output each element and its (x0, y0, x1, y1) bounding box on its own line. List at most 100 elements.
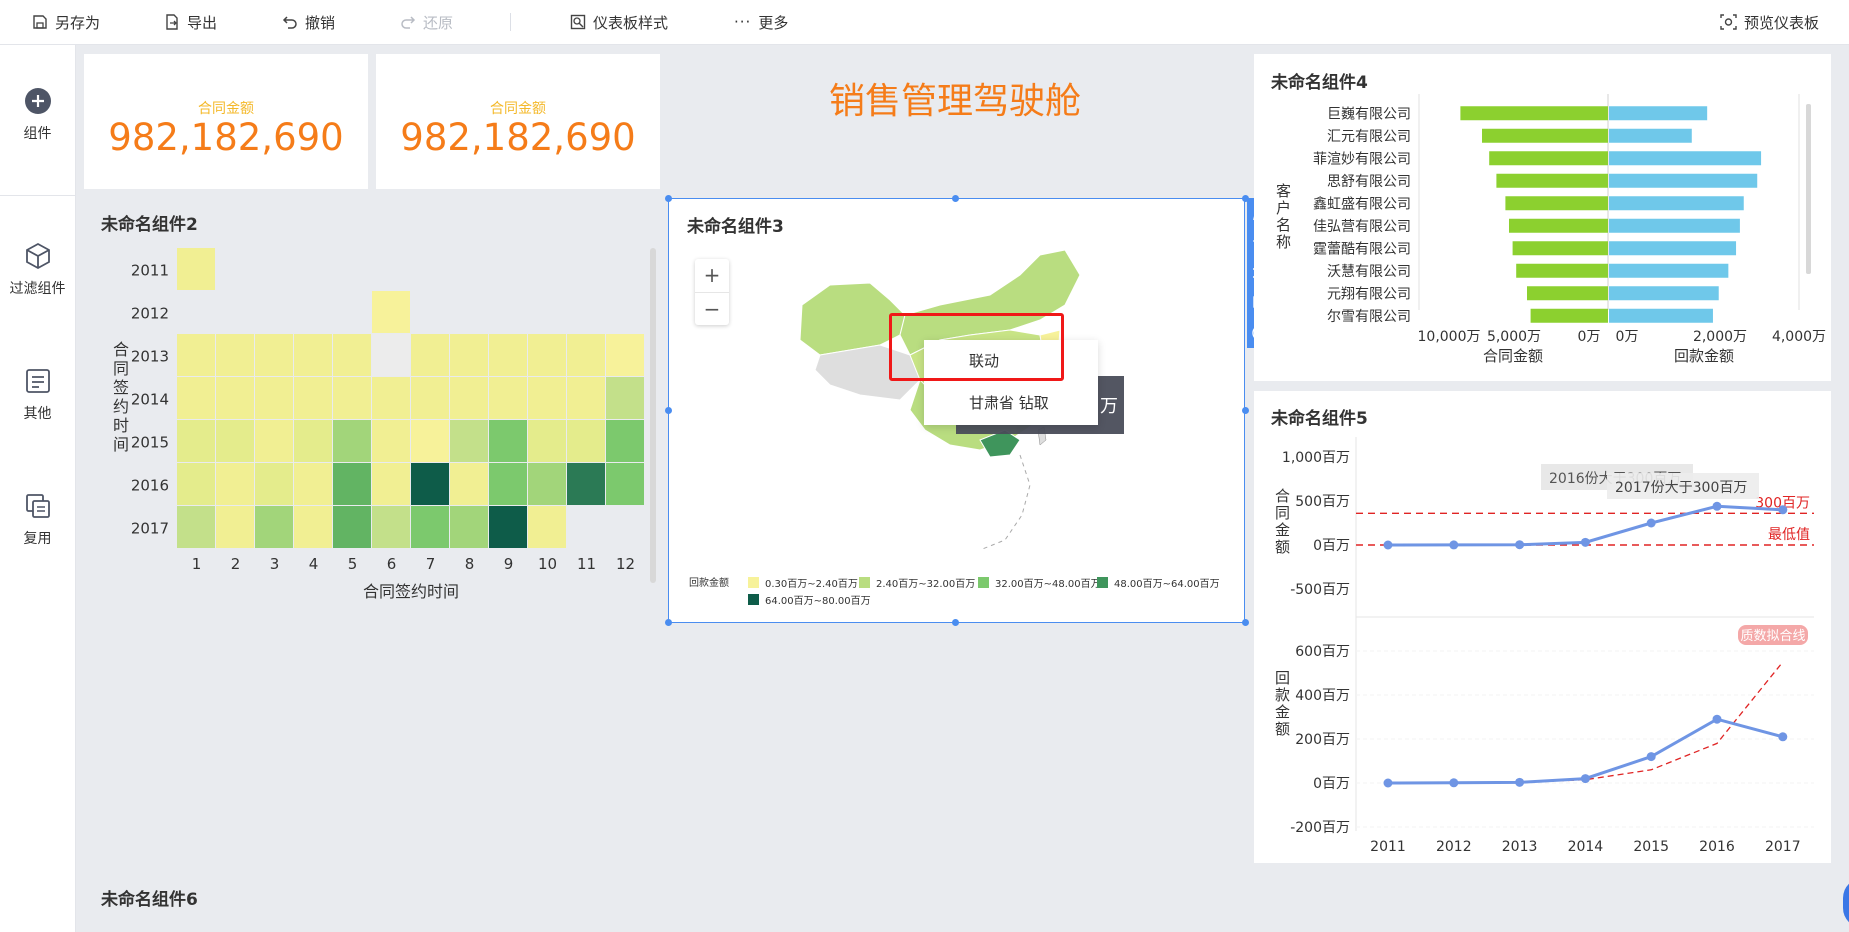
butterfly-left-bar[interactable] (1527, 286, 1608, 301)
line-point[interactable] (1515, 777, 1525, 787)
heatmap-cell[interactable] (216, 334, 254, 376)
heatmap-cell[interactable] (216, 420, 254, 462)
line-point[interactable] (1383, 778, 1393, 788)
zoom-out-button[interactable]: − (695, 293, 729, 326)
heatmap-cell[interactable] (450, 377, 488, 419)
redo-button[interactable]: 还原 (400, 0, 453, 44)
line-point[interactable] (1646, 518, 1656, 528)
heatmap-cell[interactable] (411, 377, 449, 419)
heatmap-cell[interactable] (528, 463, 566, 505)
dashboard-style-button[interactable]: 仪表板样式 (570, 0, 668, 44)
heatmap-cell[interactable] (528, 420, 566, 462)
butterfly-right-bar[interactable] (1609, 173, 1758, 188)
resize-handle[interactable] (1242, 619, 1249, 626)
line-point[interactable] (1383, 540, 1393, 550)
heatmap-cell[interactable] (294, 377, 332, 419)
butterfly-left-bar[interactable] (1460, 106, 1608, 121)
butterfly-left-bar[interactable] (1505, 196, 1608, 211)
heatmap-cell[interactable] (333, 420, 371, 462)
heatmap-cell[interactable] (255, 420, 293, 462)
heatmap-cell[interactable] (567, 334, 605, 376)
butterfly-left-bar[interactable] (1512, 241, 1608, 256)
widget-card-4[interactable]: 未命名组件4 巨巍有限公司 汇元有限公司 菲渲妙有限公司 思舒有限公司 鑫虹盛有限公司佳… (1254, 54, 1831, 381)
line-point[interactable] (1646, 752, 1656, 762)
zoom-in-button[interactable]: + (695, 259, 729, 293)
line-point[interactable] (1449, 778, 1459, 788)
heatmap-cell[interactable] (528, 377, 566, 419)
heatmap-cell[interactable] (255, 506, 293, 548)
heatmap-cell[interactable] (411, 420, 449, 462)
line-point[interactable] (1515, 540, 1525, 550)
heatmap-cell[interactable] (333, 506, 371, 548)
floating-assistant-button[interactable] (1843, 878, 1849, 928)
butterfly-right-bar[interactable] (1609, 218, 1740, 233)
heatmap-cell[interactable] (333, 334, 371, 376)
heatmap-cell[interactable] (177, 377, 215, 419)
heatmap-cell[interactable] (411, 506, 449, 548)
export-button[interactable]: 导出 (164, 0, 217, 44)
heatmap-scrollbar[interactable] (650, 248, 656, 583)
heatmap-cell[interactable] (450, 334, 488, 376)
heatmap-cell[interactable] (489, 420, 527, 462)
heatmap-cell[interactable] (294, 420, 332, 462)
heatmap-cell[interactable] (255, 463, 293, 505)
line-point[interactable] (1712, 714, 1722, 724)
resize-handle[interactable] (665, 195, 672, 202)
heatmap-cell[interactable] (255, 334, 293, 376)
heatmap-cell[interactable] (372, 377, 410, 419)
resize-handle[interactable] (665, 407, 672, 414)
heatmap-cell[interactable] (177, 420, 215, 462)
heatmap-cell[interactable] (372, 506, 410, 548)
butterfly-right-bar[interactable] (1609, 286, 1719, 301)
butterfly-right-bar[interactable] (1609, 106, 1708, 121)
butterfly-right-bar[interactable] (1609, 151, 1762, 166)
heatmap-cell[interactable] (294, 334, 332, 376)
sidebar-item-filter-components[interactable]: 过滤组件 (0, 242, 75, 298)
heatmap-cell[interactable] (177, 463, 215, 505)
heatmap-cell[interactable] (294, 463, 332, 505)
heatmap-cell[interactable] (177, 506, 215, 548)
butterfly-left-bar[interactable] (1489, 151, 1608, 166)
heatmap-cell[interactable] (372, 420, 410, 462)
preview-dashboard-button[interactable]: 预览仪表板 (1720, 0, 1819, 44)
heatmap-cell[interactable] (216, 377, 254, 419)
heatmap-cell[interactable] (255, 377, 293, 419)
heatmap-cell[interactable] (528, 334, 566, 376)
resize-handle[interactable] (952, 195, 959, 202)
kpi-card-1[interactable]: 合同金额 982,182,690 (84, 54, 368, 189)
heatmap-cell[interactable] (450, 420, 488, 462)
sidebar-item-reuse[interactable]: 复用 (0, 492, 75, 548)
heatmap-cell[interactable] (606, 377, 644, 419)
kpi-card-2[interactable]: 合同金额 982,182,690 (376, 54, 660, 189)
heatmap-cell[interactable] (489, 377, 527, 419)
butterfly-right-bar[interactable] (1609, 196, 1744, 211)
line-point[interactable] (1449, 540, 1459, 550)
butterfly-left-bar[interactable] (1530, 308, 1608, 323)
line-point[interactable] (1580, 537, 1590, 547)
undo-button[interactable]: 撤销 (282, 0, 335, 44)
line-point[interactable] (1712, 501, 1722, 511)
resize-handle[interactable] (952, 619, 959, 626)
heatmap-cell[interactable] (372, 291, 410, 333)
heatmap-cell[interactable] (411, 334, 449, 376)
heatmap-cell[interactable] (606, 463, 644, 505)
butterfly-scrollbar[interactable] (1806, 104, 1811, 274)
heatmap-cell[interactable] (333, 463, 371, 505)
heatmap-cell[interactable] (489, 334, 527, 376)
sidebar-item-other[interactable]: 其他 (0, 367, 75, 423)
resize-handle[interactable] (1242, 407, 1249, 414)
context-menu-item-drill[interactable]: 甘肃省 钻取 (924, 382, 1098, 424)
butterfly-right-bar[interactable] (1609, 128, 1692, 143)
heatmap-cell[interactable] (567, 463, 605, 505)
butterfly-right-bar[interactable] (1609, 308, 1713, 323)
heatmap-cell[interactable] (606, 334, 644, 376)
heatmap-cell[interactable] (372, 334, 410, 376)
save-as-button[interactable]: 另存为 (32, 0, 100, 44)
line-point[interactable] (1580, 774, 1590, 784)
heatmap-cell[interactable] (177, 334, 215, 376)
more-button[interactable]: ··· 更多 (734, 0, 788, 44)
heatmap-cell[interactable] (489, 463, 527, 505)
heatmap-cell[interactable] (333, 377, 371, 419)
butterfly-left-bar[interactable] (1509, 218, 1608, 233)
butterfly-left-bar[interactable] (1482, 128, 1608, 143)
